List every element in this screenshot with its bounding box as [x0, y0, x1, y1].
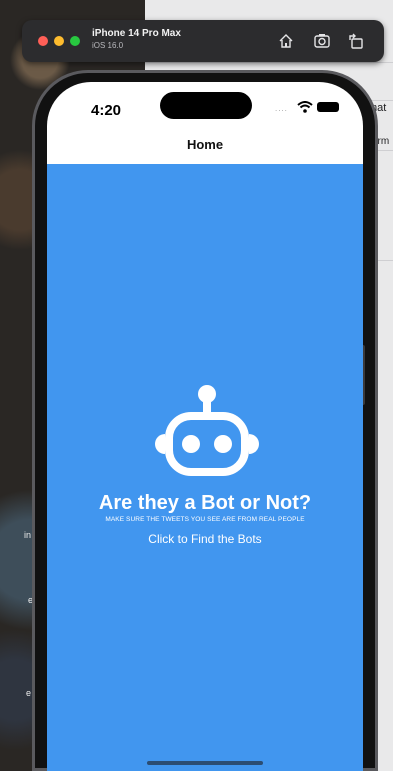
- screenshot-icon[interactable]: [312, 31, 332, 51]
- background-text: e: [26, 688, 32, 698]
- battery-icon: [317, 102, 339, 112]
- close-window-button[interactable]: [38, 36, 48, 46]
- robot-icon: [155, 385, 259, 476]
- wifi-icon: [297, 101, 313, 113]
- desktop: ntatio mat orm in e e iPhone 14 Pro Max …: [0, 0, 393, 771]
- zoom-window-button[interactable]: [70, 36, 80, 46]
- rotate-icon[interactable]: [346, 31, 366, 51]
- tagline: MAKE SURE THE TWEETS YOU SEE ARE FROM RE…: [105, 516, 305, 523]
- status-time: 4:20: [91, 102, 122, 119]
- device-name: iPhone 14 Pro Max: [92, 28, 181, 39]
- status-bar: 4:20 ....: [47, 82, 363, 126]
- os-version: iOS 16.0: [92, 41, 124, 50]
- minimize-window-button[interactable]: [54, 36, 64, 46]
- signal-indicator: ....: [275, 104, 288, 113]
- simulator-toolbar: iPhone 14 Pro Max iOS 16.0: [22, 20, 384, 62]
- background-text: in: [24, 530, 32, 540]
- home-indicator[interactable]: [147, 761, 263, 765]
- phone-screen: 4:20 .... Home Are they a Bot or Not? MA…: [47, 82, 363, 771]
- headline: Are they a Bot or Not?: [98, 492, 312, 514]
- nav-title: Home: [186, 137, 224, 152]
- dynamic-island: [160, 92, 252, 119]
- find-bots-button[interactable]: Click to Find the Bots: [47, 532, 363, 546]
- home-icon[interactable]: [276, 31, 296, 51]
